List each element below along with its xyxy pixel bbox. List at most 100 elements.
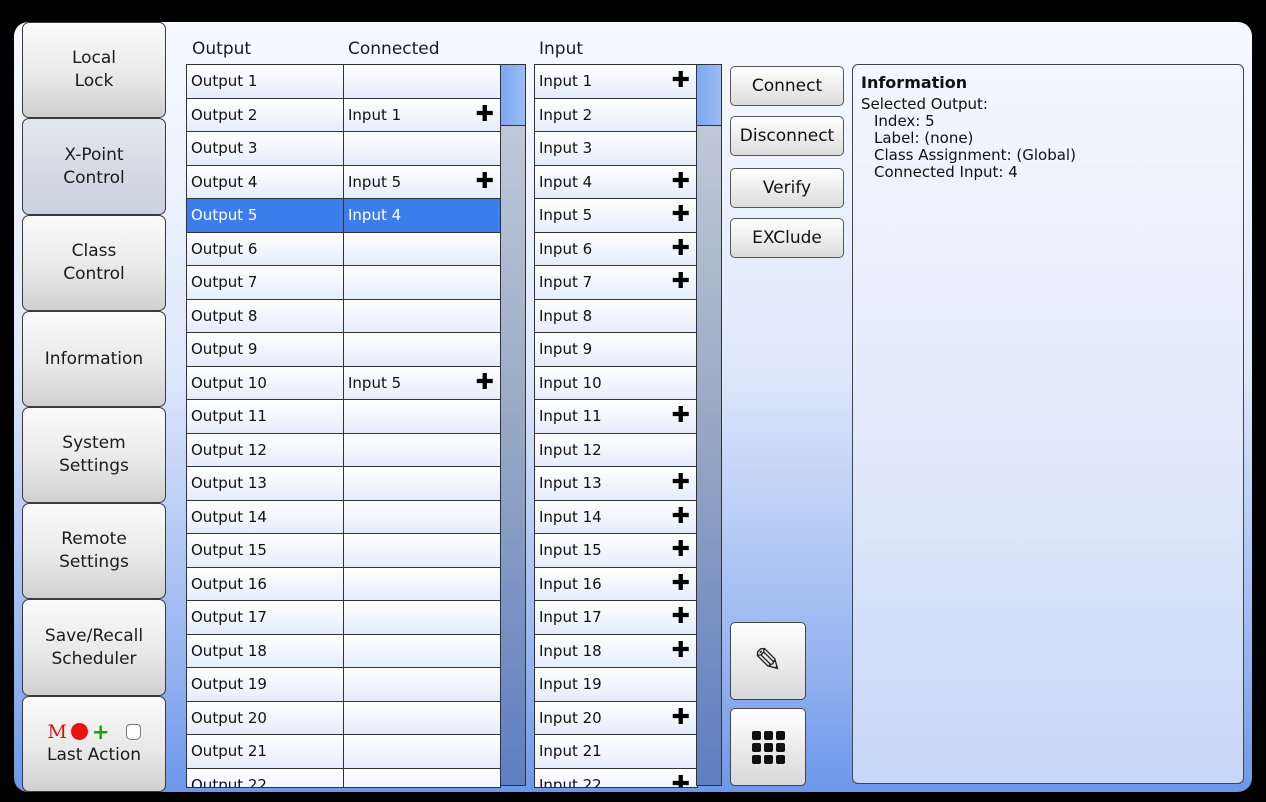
list-item[interactable]: Input 2	[535, 98, 697, 132]
input-cell: Input 2	[535, 99, 696, 132]
plus-icon[interactable]: ✚	[672, 505, 690, 527]
nav-label: Control	[63, 167, 125, 188]
table-row[interactable]: Output 7	[187, 266, 500, 300]
plus-icon[interactable]: ✚	[672, 70, 690, 92]
edit-button[interactable]: ✎	[730, 622, 806, 700]
list-item[interactable]: Input 10	[535, 366, 697, 400]
keypad-button[interactable]	[730, 708, 806, 786]
disconnect-button[interactable]: Disconnect	[730, 116, 844, 156]
nav-label: Save/Recall	[44, 625, 144, 646]
list-item[interactable]: Input 13 ✚	[535, 467, 697, 501]
table-row[interactable]: Output 8	[187, 299, 500, 333]
table-row[interactable]: Output 20	[187, 701, 500, 735]
list-item[interactable]: Input 21	[535, 735, 697, 769]
plus-icon[interactable]: ✚	[672, 606, 690, 628]
table-row[interactable]: Output 9	[187, 333, 500, 367]
nav-system-settings[interactable]: System Settings	[22, 407, 166, 503]
output-cell: Output 15	[187, 534, 344, 567]
nav-label: Settings	[59, 456, 129, 476]
list-item[interactable]: Input 1 ✚	[535, 65, 697, 99]
table-row[interactable]: Output 13	[187, 467, 500, 501]
table-row[interactable]: Output 18	[187, 634, 500, 668]
plus-icon[interactable]: ✚	[672, 572, 690, 594]
list-item[interactable]: Input 5 ✚	[535, 199, 697, 233]
list-item[interactable]: Input 14 ✚	[535, 500, 697, 534]
connected-cell	[344, 534, 500, 567]
connected-cell	[344, 702, 500, 735]
nav-remote-settings[interactable]: Remote Settings	[22, 503, 166, 599]
input-scroll-thumb[interactable]	[697, 65, 721, 126]
list-item[interactable]: Input 3	[535, 132, 697, 166]
nav-class-control[interactable]: Class Control	[22, 215, 166, 311]
list-item[interactable]: Input 16 ✚	[535, 567, 697, 601]
table-row[interactable]: Output 21	[187, 735, 500, 769]
output-list[interactable]: Output 1 Output 2 Input 1 ✚ Output 3 Output 4…	[186, 64, 501, 788]
list-item[interactable]: Input 4 ✚	[535, 165, 697, 199]
list-item[interactable]: Input 6 ✚	[535, 232, 697, 266]
plus-icon[interactable]: ✚	[672, 773, 690, 787]
plus-icon[interactable]: ✚	[672, 170, 690, 192]
plus-icon[interactable]: ✚	[672, 639, 690, 661]
nav-label: Control	[63, 264, 125, 284]
plus-icon[interactable]: ✚	[476, 371, 494, 393]
input-label: Input 2	[539, 105, 593, 124]
table-row[interactable]: Output 3	[187, 132, 500, 166]
connected-cell	[344, 501, 500, 534]
table-row[interactable]: Output 12	[187, 433, 500, 467]
input-list-scrollbar[interactable]	[696, 64, 722, 786]
input-label: Input 7	[539, 273, 593, 292]
table-row[interactable]: Output 5 Input 4	[187, 199, 500, 233]
table-row[interactable]: Output 19	[187, 668, 500, 702]
list-item[interactable]: Input 7 ✚	[535, 266, 697, 300]
nav-save-recall-scheduler[interactable]: Save/Recall Scheduler	[22, 599, 166, 696]
input-list[interactable]: Input 1 ✚ Input 2 Input 3 Input 4 ✚ Input 5 ✚ In…	[534, 64, 698, 788]
connected-cell	[344, 568, 500, 601]
input-cell: Input 3	[535, 132, 696, 165]
list-item[interactable]: Input 8	[535, 299, 697, 333]
list-item[interactable]: Input 22 ✚	[535, 768, 697, 787]
output-cell: Output 17	[187, 601, 344, 634]
plus-icon[interactable]: ✚	[672, 237, 690, 259]
table-row[interactable]: Output 15	[187, 534, 500, 568]
input-label: Input 21	[539, 742, 602, 761]
nav-last-action[interactable]: M + Last Action	[22, 696, 166, 792]
plus-icon[interactable]: ✚	[672, 706, 690, 728]
table-row[interactable]: Output 22	[187, 768, 500, 787]
table-row[interactable]: Output 14	[187, 500, 500, 534]
table-row[interactable]: Output 1	[187, 65, 500, 99]
table-row[interactable]: Output 6	[187, 232, 500, 266]
connect-button[interactable]: Connect	[730, 66, 844, 106]
list-item[interactable]: Input 18 ✚	[535, 634, 697, 668]
list-item[interactable]: Input 11 ✚	[535, 400, 697, 434]
output-list-scrollbar[interactable]	[500, 64, 526, 786]
table-row[interactable]: Output 10 Input 5 ✚	[187, 366, 500, 400]
output-cell: Output 22	[187, 768, 344, 787]
exclude-button[interactable]: EXClude	[730, 218, 844, 258]
output-cell: Output 11	[187, 400, 344, 433]
input-label: Input 18	[539, 641, 602, 660]
plus-icon[interactable]: ✚	[672, 539, 690, 561]
plus-icon[interactable]: ✚	[672, 472, 690, 494]
plus-icon[interactable]: ✚	[476, 170, 494, 192]
list-item[interactable]: Input 9	[535, 333, 697, 367]
plus-icon[interactable]: ✚	[672, 204, 690, 226]
list-item[interactable]: Input 19	[535, 668, 697, 702]
output-scroll-thumb[interactable]	[501, 65, 525, 126]
nav-information[interactable]: Information	[22, 311, 166, 407]
list-item[interactable]: Input 12	[535, 433, 697, 467]
nav-x-point-control[interactable]: X-Point Control	[22, 118, 166, 215]
table-row[interactable]: Output 2 Input 1 ✚	[187, 98, 500, 132]
table-row[interactable]: Output 11	[187, 400, 500, 434]
table-row[interactable]: Output 4 Input 5 ✚	[187, 165, 500, 199]
verify-button[interactable]: Verify	[730, 168, 844, 208]
nav-local-lock[interactable]: Local Lock	[22, 22, 166, 118]
plus-icon[interactable]: ✚	[672, 271, 690, 293]
table-row[interactable]: Output 17	[187, 601, 500, 635]
list-item[interactable]: Input 20 ✚	[535, 701, 697, 735]
plus-icon[interactable]: ✚	[476, 103, 494, 125]
plus-icon[interactable]: ✚	[672, 405, 690, 427]
list-item[interactable]: Input 17 ✚	[535, 601, 697, 635]
list-item[interactable]: Input 15 ✚	[535, 534, 697, 568]
table-row[interactable]: Output 16	[187, 567, 500, 601]
nav-label: System	[62, 433, 126, 453]
